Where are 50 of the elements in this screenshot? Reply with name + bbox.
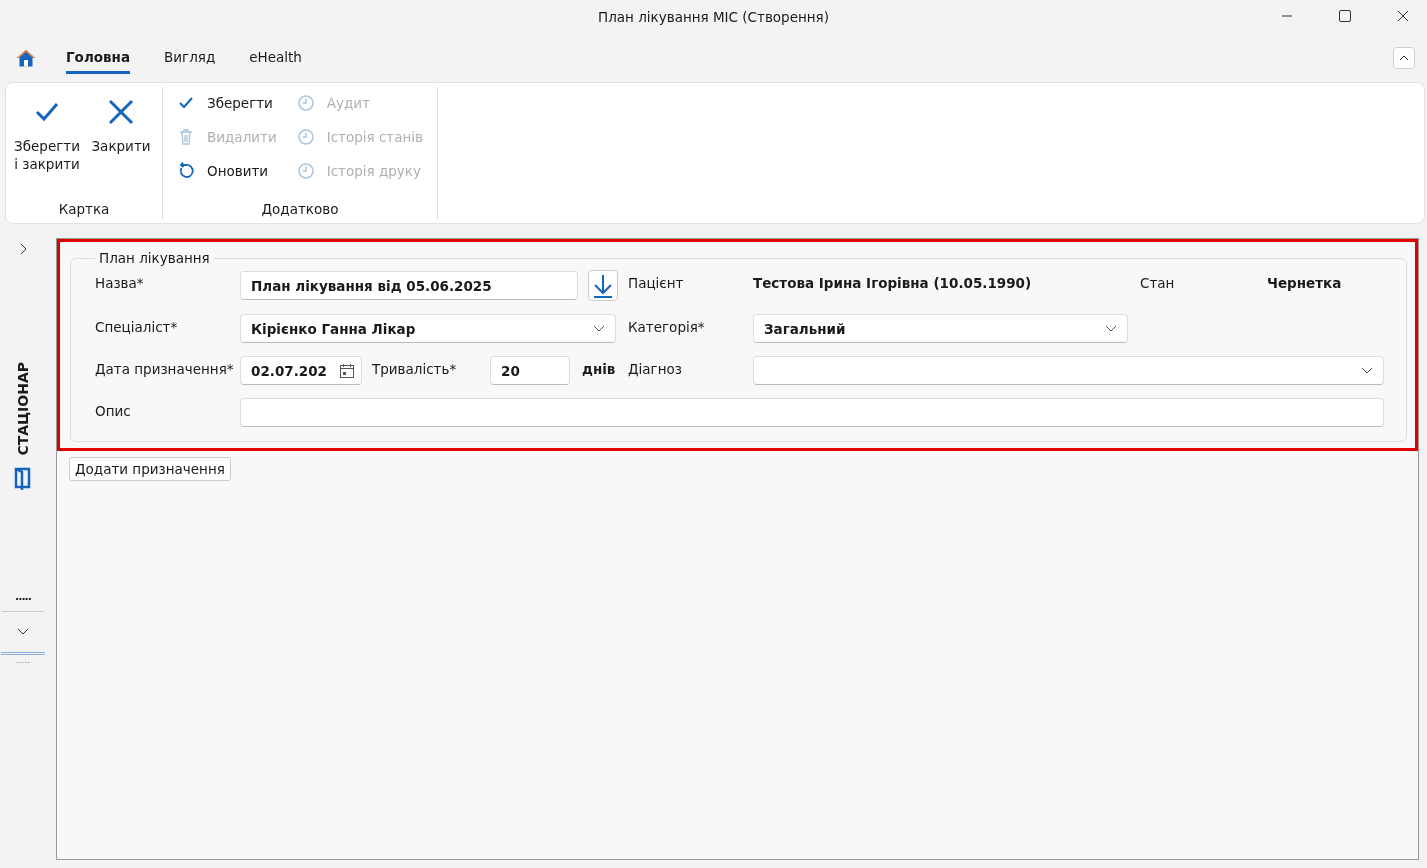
ribbon-tab[interactable]: Вигляд (164, 42, 216, 74)
section-label[interactable]: СТАЦІОНАР (15, 362, 31, 456)
clock-icon (296, 162, 315, 180)
status-value: Чернетка (1267, 274, 1343, 291)
ribbon-button[interactable]: Зберегти (177, 89, 277, 117)
door-icon[interactable] (13, 465, 33, 490)
unit-label: днів (582, 360, 616, 377)
add-prescription-button[interactable]: Додати призначення (69, 457, 231, 481)
close-icon[interactable] (1397, 10, 1409, 22)
field-label: Спеціаліст* (95, 318, 179, 335)
field-label: Стан (1140, 274, 1176, 291)
refresh-icon (177, 162, 195, 180)
patient-name: Тестова Ірина Ігорівна (10.05.1990) (753, 274, 1033, 291)
window-title: План лікування МІС (Створення) (598, 9, 829, 25)
date-field[interactable]: 02.07.202 (240, 356, 362, 385)
group-title: План лікування (98, 250, 211, 266)
download-icon (592, 272, 614, 299)
maximize-icon[interactable] (1339, 10, 1351, 22)
more-label[interactable]: ..... (15, 589, 31, 603)
ribbon-large-button[interactable]: Закрити (86, 89, 156, 201)
field-label: Дата призначення* (95, 360, 235, 377)
field-label: Тривалість* (372, 360, 458, 377)
clock-icon (296, 128, 315, 146)
ribbon-tab[interactable]: eHealth (249, 42, 302, 74)
trash-icon (177, 128, 195, 146)
chevron-down-icon (593, 324, 605, 333)
chevron-down-icon (1105, 324, 1117, 333)
ribbon-large-button[interactable]: Зберегти і закрити (12, 89, 82, 201)
clock-icon (296, 94, 315, 112)
field-label: Опис (95, 402, 132, 419)
expand-icon[interactable] (18, 242, 28, 256)
ribbon-group-label: Картка (57, 201, 111, 219)
ribbon-button[interactable]: Оновити (177, 157, 277, 185)
ribbon-group-label: Додатково (260, 201, 340, 219)
field-label: Діагноз (628, 360, 683, 377)
category-dropdown[interactable]: Загальний (753, 314, 1128, 343)
specialist-dropdown[interactable]: Кірієнко Ганна Лікар (240, 314, 616, 343)
ribbon-tab[interactable]: Головна (66, 42, 131, 74)
field-label: Категорія* (628, 318, 706, 335)
calendar-icon (339, 362, 355, 379)
close-icon (106, 97, 136, 127)
description-field[interactable] (240, 398, 1384, 427)
rail-footer-text: ..... (15, 654, 31, 665)
field-label: Пацієнт (628, 274, 685, 291)
download-button[interactable] (588, 270, 618, 301)
name-field[interactable]: План лікування від 05.06.2025 (240, 271, 578, 300)
chevron-down-icon (1361, 366, 1373, 375)
field-label: Назва* (95, 274, 145, 291)
home-icon[interactable] (16, 49, 36, 67)
duration-field[interactable]: 20 (490, 356, 570, 385)
